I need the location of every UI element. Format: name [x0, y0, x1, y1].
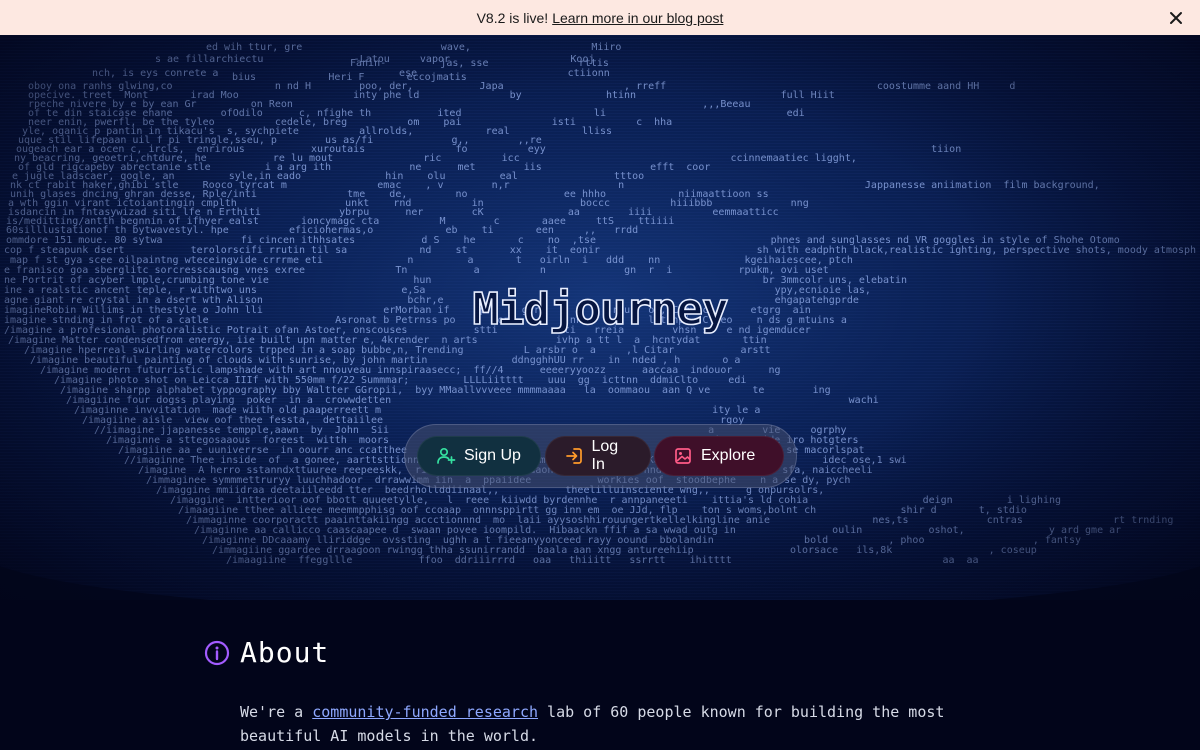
- log-in-button[interactable]: Log In: [544, 436, 651, 476]
- about-text-before: We're a: [240, 703, 313, 721]
- ascii-line: ed wih ttur, gre wave, Miiro: [206, 42, 622, 53]
- hero-section: ed wih ttur, gre wave, Miiro s ae fillarc…: [0, 35, 1200, 600]
- ascii-line: /imaagiine ffeggllle ffoo ddriiirrrd oaa…: [226, 555, 979, 566]
- about-section: About We're a community-funded research …: [0, 600, 1200, 750]
- user-plus-icon: [437, 447, 456, 464]
- image-icon: [675, 448, 691, 464]
- community-funded-research-link[interactable]: community-funded research: [312, 703, 538, 721]
- about-title: About: [240, 636, 330, 669]
- midjourney-logo-text: Midjourney: [473, 285, 728, 335]
- sign-up-label: Sign Up: [464, 447, 521, 464]
- sign-up-button[interactable]: Sign Up: [417, 436, 541, 476]
- auth-button-bar: Sign Up Log In Explore: [404, 424, 797, 488]
- announcement-banner: V8.2 is live! Learn more in our blog pos…: [0, 0, 1200, 35]
- log-in-label: Log In: [591, 438, 619, 473]
- close-icon: [1170, 12, 1182, 24]
- banner-close-button[interactable]: [1166, 8, 1186, 28]
- explore-label: Explore: [701, 447, 756, 464]
- midjourney-logo: Midjourney: [472, 285, 730, 335]
- login-icon: [565, 448, 582, 464]
- banner-message: V8.2 is live!: [476, 9, 549, 26]
- about-heading-row: About: [204, 636, 329, 669]
- about-description: We're a community-funded research lab of…: [240, 700, 980, 748]
- info-icon: [204, 640, 230, 665]
- banner-blog-link[interactable]: Learn more in our blog post: [552, 10, 723, 26]
- explore-button[interactable]: Explore: [654, 436, 784, 476]
